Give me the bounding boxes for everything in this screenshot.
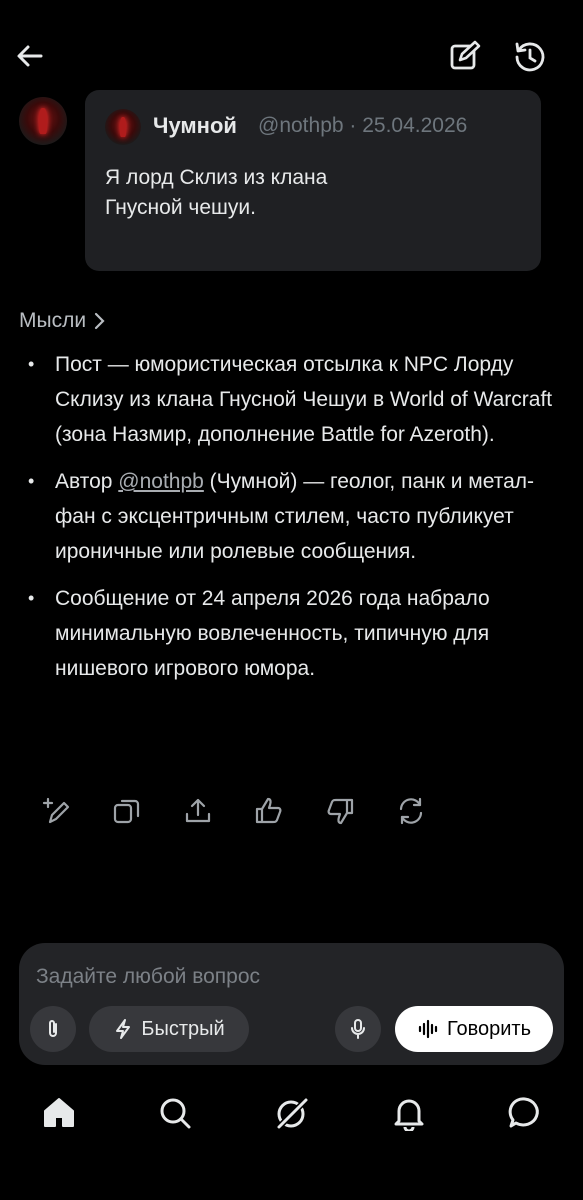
search-icon[interactable] [157,1095,193,1131]
bullet-text: Сообщение от 24 апреля 2026 года набрало… [55,587,490,680]
regenerate-icon[interactable] [396,796,426,826]
mode-label: Быстрый [141,1017,225,1040]
copy-icon[interactable] [112,796,142,826]
answer-bullets: Пост — юмористическая отсылка к NPC Лорд… [28,347,568,698]
chevron-right-icon [90,310,108,332]
attach-button[interactable] [30,1006,76,1052]
speak-label: Говорить [446,1017,531,1040]
bullet-text: Пост — юмористическая отсылка к NPC Лорд… [55,353,553,446]
voice-waveform-icon [417,1018,439,1040]
share-icon[interactable] [183,796,213,826]
messages-icon[interactable] [507,1095,543,1131]
mention-link[interactable]: @nothpb [118,470,204,493]
post-author-name: Чумной [153,113,237,138]
bullet-item: Автор @nothpb (Чумной) — геолог, панк и … [28,464,568,569]
post-text: Я лорд Склиз из клана Гнусной чешуи. [105,166,328,219]
history-icon[interactable] [513,40,547,74]
paperclip-icon [42,1018,64,1040]
speak-button[interactable]: Говорить [395,1006,553,1052]
bullet-item: Пост — юмористическая отсылка к NPC Лорд… [28,347,568,452]
home-icon[interactable] [41,1095,77,1131]
question-input[interactable]: Задайте любой вопрос [36,965,260,989]
post-meta: @nothpb · 25.04.2026 [258,114,468,137]
mode-selector-button[interactable]: Быстрый [89,1006,249,1052]
post-author-avatar [105,109,141,145]
thoughts-toggle[interactable]: Мысли [19,309,108,333]
bullet-item: Сообщение от 24 апреля 2026 года набрало… [28,581,568,686]
thumbs-down-icon[interactable] [325,796,355,826]
user-avatar[interactable] [19,97,67,145]
notifications-icon[interactable] [391,1095,427,1131]
back-arrow-icon[interactable] [14,40,46,72]
edit-icon[interactable] [448,40,482,74]
thumbs-up-icon[interactable] [254,796,284,826]
grok-icon[interactable] [274,1095,310,1131]
microphone-icon [347,1018,369,1040]
edit-sparkle-icon[interactable] [42,796,72,826]
lightning-icon [113,1018,133,1040]
thoughts-label: Мысли [19,309,87,332]
bullet-text: Автор [55,470,119,493]
microphone-button[interactable] [335,1006,381,1052]
